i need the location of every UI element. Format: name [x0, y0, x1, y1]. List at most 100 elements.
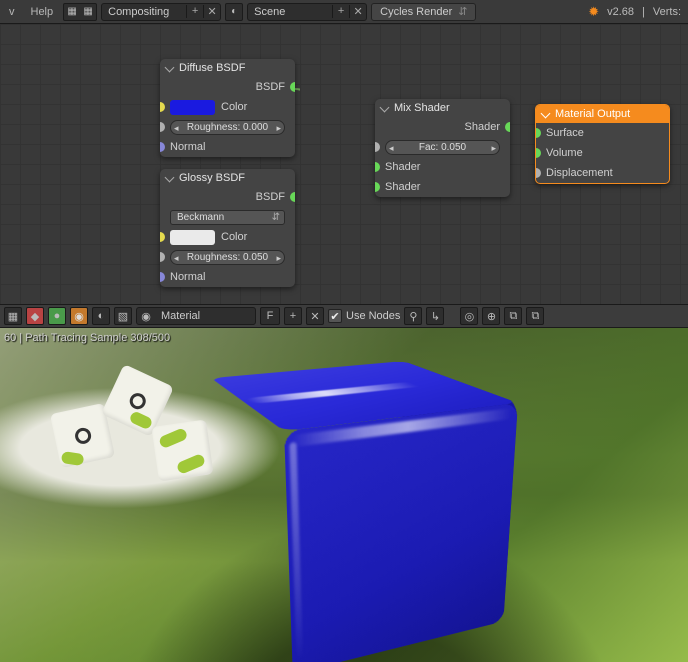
node-title: Glossy BSDF [179, 172, 245, 184]
version-label: v2.68 [603, 6, 638, 18]
add-icon[interactable]: + [284, 307, 302, 325]
snap-target-icon[interactable]: ⊕ [482, 307, 500, 325]
scene-browse-button[interactable]: ◐ [225, 3, 243, 21]
close-icon[interactable]: ✕ [203, 5, 220, 18]
out-shader: Shader [375, 117, 510, 137]
socket-in[interactable] [160, 272, 165, 282]
pin-icon[interactable]: ⚲ [404, 307, 422, 325]
editor-type-icon[interactable]: ▦ [4, 307, 22, 325]
normal-row: Normal [160, 267, 295, 287]
color-row: Color [160, 97, 295, 117]
verts-label: Verts: [649, 6, 685, 18]
shader-type-world-icon[interactable]: ● [48, 307, 66, 325]
close-icon[interactable]: ✕ [349, 5, 366, 18]
texture-icon[interactable]: ▧ [114, 307, 132, 325]
screen-selector[interactable]: Compositing +✕ [101, 3, 221, 21]
menu-help[interactable]: Help [25, 6, 60, 18]
snap-icon[interactable]: ◎ [460, 307, 478, 325]
color-label: Color [221, 101, 247, 113]
roughness-field[interactable]: Roughness: 0.000 [170, 120, 285, 135]
top-header: v Help ▦ ▦ Compositing +✕ ◐ Scene +✕ Cyc… [0, 0, 688, 24]
out-bsdf: BSDF [160, 187, 295, 207]
paste-icon[interactable]: ⧉ [526, 307, 544, 325]
scene-selector[interactable]: Scene +✕ [247, 3, 367, 21]
node-header[interactable]: Glossy BSDF [160, 169, 295, 187]
shader-in-b: Shader [375, 177, 510, 197]
surface-in: Surface [536, 123, 669, 143]
displacement-in: Displacement [536, 163, 669, 183]
go-parent-icon[interactable]: ↳ [426, 307, 444, 325]
color-label: Color [221, 231, 247, 243]
node-diffuse-bsdf[interactable]: Diffuse BSDF BSDF Color Roughness: 0.000… [160, 59, 295, 157]
color-swatch[interactable] [170, 100, 215, 115]
shader-type-object-icon[interactable]: ◆ [26, 307, 44, 325]
scene-label: Scene [248, 6, 332, 18]
collapse-icon[interactable] [541, 108, 551, 118]
renderer-selector[interactable]: Cycles Render ⇵ [371, 3, 476, 21]
use-nodes-checkbox[interactable]: ✔ [328, 309, 342, 323]
node-title: Diffuse BSDF [179, 62, 245, 74]
node-header[interactable]: Diffuse BSDF [160, 59, 295, 77]
socket-in[interactable] [375, 182, 380, 192]
socket-in[interactable] [160, 142, 165, 152]
socket-in[interactable] [160, 102, 165, 112]
node-editor[interactable]: Diffuse BSDF BSDF Color Roughness: 0.000… [0, 24, 688, 304]
node-glossy-bsdf[interactable]: Glossy BSDF BSDF Beckmann Color Roughnes… [160, 169, 295, 287]
color-swatch[interactable] [170, 230, 215, 245]
socket-in[interactable] [535, 148, 541, 158]
socket-in[interactable] [535, 168, 541, 178]
plus-icon[interactable]: + [186, 5, 203, 18]
updown-icon: ⇵ [458, 5, 467, 18]
collapse-icon[interactable] [165, 172, 175, 182]
volume-in: Volume [536, 143, 669, 163]
color-row: Color [160, 227, 295, 247]
node-title: Material Output [555, 108, 630, 120]
socket-in[interactable] [160, 252, 165, 262]
socket-in[interactable] [160, 122, 165, 132]
normal-label: Normal [170, 271, 205, 283]
collapse-icon[interactable] [165, 62, 175, 72]
node-material-output[interactable]: Material Output Surface Volume Displacem… [535, 104, 670, 184]
copy-icon[interactable]: ⧉ [504, 307, 522, 325]
roughness-row: Roughness: 0.050 [160, 247, 295, 267]
material-selector[interactable]: ◉ Material [136, 307, 256, 325]
socket-out[interactable] [290, 82, 295, 92]
normal-row: Normal [160, 137, 295, 157]
socket-in[interactable] [375, 142, 380, 152]
roughness-row: Roughness: 0.000 [160, 117, 295, 137]
screen-browse-button[interactable]: ▦ ▦ [63, 3, 97, 21]
compositor-icon[interactable]: ◐ [92, 307, 110, 325]
fac-row: Fac: 0.050 [375, 137, 510, 157]
node-title: Mix Shader [394, 102, 450, 114]
node-editor-header: ▦ ◆ ● ◉ ◐ ▧ ◉ Material F + ✕ ✔ Use Nodes… [0, 304, 688, 328]
render-cube [225, 353, 505, 633]
sphere-icon: ◉ [137, 310, 155, 323]
out-bsdf: BSDF [160, 77, 295, 97]
socket-out[interactable] [505, 122, 510, 132]
material-label: Material [155, 310, 255, 322]
socket-in[interactable] [160, 232, 165, 242]
socket-in[interactable] [375, 162, 380, 172]
plus-icon[interactable]: + [332, 5, 349, 18]
distribution-row: Beckmann [160, 207, 295, 227]
unlink-icon[interactable]: ✕ [306, 307, 324, 325]
collapse-icon[interactable] [380, 102, 390, 112]
distribution-field[interactable]: Beckmann [170, 210, 285, 225]
grid-icon: ▦ [64, 4, 80, 20]
menu-view[interactable]: v [3, 6, 21, 18]
blender-logo-icon: ✹ [588, 4, 599, 20]
socket-out[interactable] [290, 192, 295, 202]
grid-icon: ▦ [80, 4, 96, 20]
node-header[interactable]: Mix Shader [375, 99, 510, 117]
node-header[interactable]: Material Output [536, 105, 669, 123]
shader-in-a: Shader [375, 157, 510, 177]
normal-label: Normal [170, 141, 205, 153]
use-nodes-label: Use Nodes [346, 310, 400, 322]
roughness-field[interactable]: Roughness: 0.050 [170, 250, 285, 265]
socket-in[interactable] [535, 128, 541, 138]
fake-user-button[interactable]: F [260, 307, 280, 325]
shader-type-lamp-icon[interactable]: ◉ [70, 307, 88, 325]
node-mix-shader[interactable]: Mix Shader Shader Fac: 0.050 Shader Shad… [375, 99, 510, 197]
3d-viewport[interactable]: 60 | Path Tracing Sample 308/500 [0, 328, 688, 662]
fac-field[interactable]: Fac: 0.050 [385, 140, 500, 155]
